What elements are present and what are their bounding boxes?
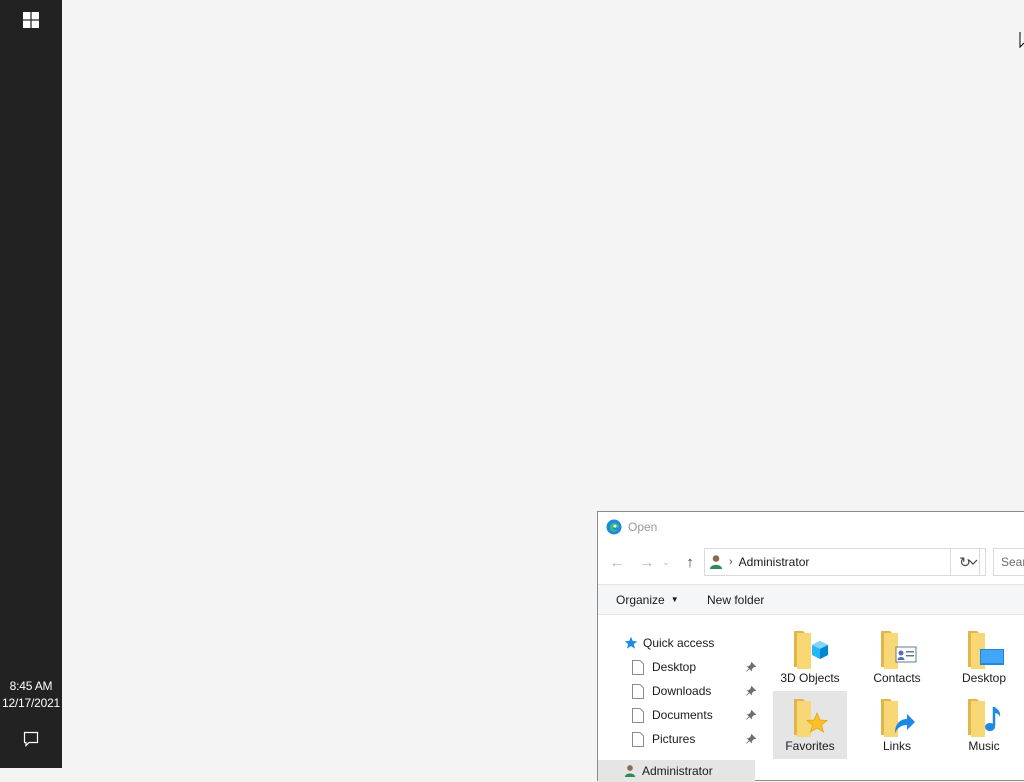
folder-label: Music: [968, 739, 1000, 753]
notification-icon: [23, 731, 39, 747]
page-icon: [632, 707, 644, 723]
dialog-titlebar[interactable]: Open: [598, 512, 1024, 542]
address-bar[interactable]: › Administrator: [704, 548, 986, 576]
favorites-folder-icon: [794, 699, 829, 737]
clock-time: 8:45 AM: [9, 679, 53, 693]
organize-button[interactable]: Organize ▼: [616, 585, 679, 614]
search-box[interactable]: Search Administrator: [993, 548, 1024, 576]
breadcrumb-separator-icon: ›: [729, 556, 733, 568]
command-bar: Organize ▼ New folder: [598, 584, 1024, 615]
user-folder-icon: [624, 765, 636, 777]
folder-item-contacts[interactable]: Contacts: [860, 623, 934, 691]
pin-icon: [746, 734, 756, 744]
nav-item-quick-access[interactable]: Quick access: [624, 632, 714, 654]
folder-item-3d-objects[interactable]: 3D Objects: [773, 623, 847, 691]
up-button[interactable]: ↑: [678, 547, 702, 577]
folder-label: Contacts: [873, 671, 921, 685]
refresh-button[interactable]: ↻: [950, 548, 980, 576]
links-folder-icon: [881, 699, 915, 737]
pin-icon: [746, 686, 756, 696]
folder-item-favorites[interactable]: Favorites: [773, 691, 847, 759]
folder-label: Desktop: [961, 671, 1007, 685]
pin-icon: [746, 710, 756, 720]
nav-item-label: Administrator: [642, 764, 713, 778]
organize-label: Organize: [616, 592, 665, 607]
navigation-pane: Quick access Desktop Downloads Documents…: [598, 615, 756, 782]
star-icon: [624, 636, 638, 649]
folder-item-desktop[interactable]: Desktop: [947, 623, 1021, 691]
windows-logo-icon: [23, 12, 39, 28]
nav-item-pictures[interactable]: Pictures: [632, 728, 756, 750]
page-icon: [632, 659, 644, 675]
contacts-folder-icon: [881, 631, 917, 669]
page-icon: [632, 731, 644, 747]
navigation-bar: ← → ⌄ ↑ › Administrator ↻ Sea: [598, 547, 1024, 577]
nav-item-desktop[interactable]: Desktop: [632, 656, 756, 678]
new-folder-label: New folder: [707, 592, 765, 607]
back-button[interactable]: ←: [605, 547, 629, 577]
user-folder-icon: [710, 555, 722, 569]
caret-down-icon: ▼: [670, 595, 679, 604]
system-clock[interactable]: 8:45 AM 12/17/2021: [0, 678, 62, 712]
3d-objects-folder-icon: [794, 631, 828, 669]
edge-browser-icon: [606, 519, 622, 535]
clock-date: 12/17/2021: [1, 696, 61, 710]
new-folder-button[interactable]: New folder: [707, 585, 764, 614]
folder-view: 3D Objects Contacts Desktop Favorites Li…: [770, 615, 1024, 775]
desktop-folder-icon: [968, 631, 1004, 669]
action-center-button[interactable]: [0, 724, 62, 754]
start-button[interactable]: [0, 0, 62, 40]
dialog-title: Open: [628, 520, 658, 534]
folder-label: 3D Objects: [780, 671, 840, 685]
music-folder-icon: [968, 699, 1001, 737]
recent-locations-button[interactable]: ⌄: [659, 547, 673, 577]
open-file-dialog: Open ← → ⌄ ↑ › Administrator ↻ Sea Organ…: [597, 511, 1024, 782]
folder-label: Favorites: [785, 739, 835, 753]
forward-arrow-icon: →: [639, 553, 655, 571]
nav-item-administrator[interactable]: Administrator: [598, 760, 755, 782]
nav-item-documents[interactable]: Documents: [632, 704, 756, 726]
refresh-icon: ↻: [959, 553, 971, 570]
forward-button[interactable]: →: [635, 547, 659, 577]
mouse-cursor-icon: [1019, 32, 1024, 49]
pin-icon: [746, 662, 756, 672]
breadcrumb-administrator[interactable]: Administrator: [739, 555, 810, 569]
taskbar: 8:45 AM 12/17/2021: [0, 0, 62, 768]
page-icon: [632, 683, 644, 699]
nav-item-label: Downloads: [652, 684, 712, 698]
nav-item-label: Desktop: [652, 660, 697, 674]
folder-item-music[interactable]: Music: [947, 691, 1021, 759]
nav-item-downloads[interactable]: Downloads: [632, 680, 756, 702]
folder-item-links[interactable]: Links: [860, 691, 934, 759]
back-arrow-icon: ←: [609, 553, 625, 571]
folder-label: Links: [882, 739, 911, 753]
up-arrow-icon: ↑: [686, 553, 694, 571]
nav-item-label: Pictures: [652, 732, 696, 746]
quick-access-label: Quick access: [643, 636, 715, 650]
nav-item-label: Documents: [652, 708, 713, 722]
chevron-down-icon: ⌄: [662, 556, 670, 567]
search-placeholder: Search Administrator: [1001, 555, 1024, 569]
